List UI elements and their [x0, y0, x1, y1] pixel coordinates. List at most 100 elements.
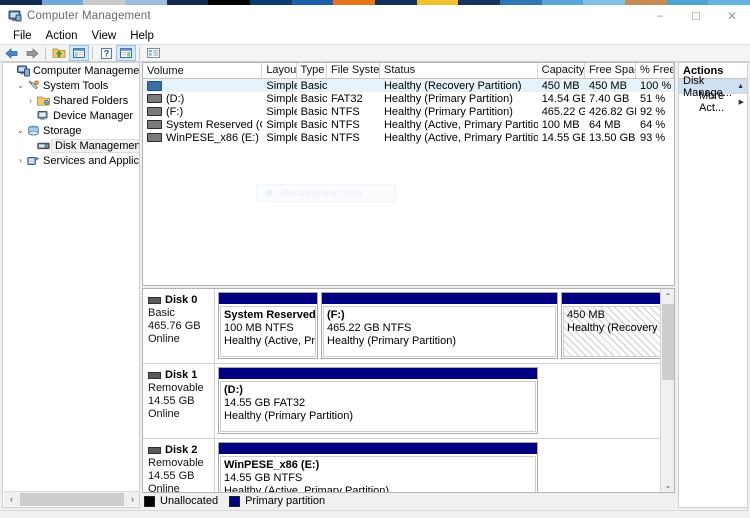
chevron-down-icon[interactable]: ⌄ — [15, 81, 26, 90]
tree-item-system-tools[interactable]: ⌄ System Tools — [3, 78, 139, 93]
computer-management-window: Computer Management – ☐ ✕ File Action View… — [0, 0, 750, 518]
help-icon[interactable]: ? — [96, 45, 116, 61]
drive-icon — [147, 107, 162, 116]
column-header-volume[interactable]: Volume — [143, 63, 263, 78]
up-folder-icon[interactable] — [49, 45, 69, 61]
volume-cell — [143, 80, 262, 91]
scroll-right-icon[interactable]: › — [125, 493, 139, 506]
disk-state: Online — [148, 483, 180, 493]
disk-row[interactable]: Disk 2 Removable 14.55 GB Online WinPESE_x86… — [143, 439, 674, 493]
chevron-right-icon[interactable]: › — [25, 96, 36, 105]
toolbar-separator — [139, 46, 140, 60]
disk-view-scrollbar[interactable]: ⌃ ⌄ — [660, 289, 674, 492]
partition-details: 450 MBHealthy (Recovery Partitic — [563, 306, 667, 357]
tree-item-device-manager[interactable]: Device Manager — [3, 108, 139, 123]
column-header-free-space[interactable]: Free Space — [585, 63, 637, 78]
menu-item-view[interactable]: View — [85, 29, 124, 43]
tree-item-label: Device Manager — [53, 109, 134, 122]
disk-name: Disk 1 — [165, 369, 198, 381]
chevron-down-icon[interactable]: ⌄ — [15, 126, 26, 135]
percent-free-cell: 93 % — [640, 131, 666, 144]
tree-horizontal-scrollbar[interactable]: ‹ › — [4, 491, 139, 506]
scroll-left-icon[interactable]: ‹ — [4, 493, 19, 506]
volume-row[interactable]: System Reserved (C:) Simple BasicNTFS Healt… — [143, 118, 674, 131]
free-space-cell: 450 MB — [589, 79, 627, 92]
tree-item-disk-management[interactable]: Disk Management — [3, 138, 139, 153]
percent-free-cell: 92 % — [640, 105, 666, 118]
chevron-right-icon[interactable]: ▶ — [739, 98, 744, 106]
partition-status: Healthy (Active, Primary Partition) — [224, 485, 390, 493]
tree-item-label: System Tools — [43, 79, 109, 92]
file-system-cell: NTFS — [331, 131, 360, 144]
tree-item-services-and-applications[interactable]: › Services and Applications — [3, 153, 139, 168]
type-cell: Basic — [300, 105, 328, 118]
back-arrow-icon[interactable] — [2, 45, 22, 61]
volume-row[interactable]: WinPESE_x86 (E:) Simple BasicNTFS Healthy (… — [143, 131, 674, 144]
partition-block[interactable]: (F:) 465.22 GB NTFS Healthy (Primary Parti… — [321, 292, 558, 359]
partition-details: WinPESE_x86 (E:) 14.55 GB NTFS Healthy (Ac… — [220, 456, 536, 493]
menu-item-file[interactable]: File — [6, 29, 39, 43]
menu-item-action[interactable]: Action — [39, 29, 85, 43]
maximize-button[interactable]: ☐ — [678, 5, 714, 27]
free-space-cell: 13.50 GB — [589, 131, 636, 144]
status-bar — [0, 510, 750, 518]
status-cell: Healthy (Recovery Partition) — [383, 79, 522, 92]
tree-item-computer-management-local[interactable]: Computer Management (Local — [3, 63, 139, 78]
scroll-thumb[interactable] — [20, 492, 124, 506]
storage-icon — [26, 125, 41, 137]
partition-status: Healthy (Recovery Partitic — [567, 322, 666, 334]
partition-status: Healthy (Active, Pr — [224, 335, 316, 347]
show-hide-console-tree-icon[interactable] — [69, 45, 89, 61]
close-button[interactable]: ✕ — [714, 5, 750, 27]
partition-color-bar — [322, 293, 557, 305]
tree-item-storage[interactable]: ⌄ Storage — [3, 123, 139, 138]
minimize-button[interactable]: – — [642, 5, 678, 27]
disk-icon — [148, 446, 161, 454]
partition-block[interactable]: 450 MBHealthy (Recovery Partitic — [561, 292, 669, 359]
volume-cell: (D:) — [143, 93, 262, 105]
actions-pane: Actions Disk Manage... ▲ More Act... ▶ — [678, 62, 748, 508]
tree-item-shared-folders[interactable]: › Shared Folders — [3, 93, 139, 108]
disk-icon — [148, 296, 161, 304]
legend-label: Unallocated — [160, 495, 219, 507]
free-space-cell: 426.82 GB — [589, 105, 636, 118]
drive-icon — [147, 120, 162, 129]
capacity-cell: 14.54 GB — [541, 92, 585, 105]
disk-info[interactable]: Disk 0 Basic 465.76 GB Online — [143, 289, 215, 363]
scroll-thumb[interactable] — [662, 304, 674, 380]
column-header--free[interactable]: % Free — [636, 63, 674, 78]
scroll-down-icon[interactable]: ⌄ — [661, 478, 674, 492]
column-header-layout[interactable]: Layout — [262, 63, 297, 78]
disk-size: 14.55 GB — [148, 395, 195, 407]
file-system-cell: NTFS — [331, 105, 360, 118]
disk-info[interactable]: Disk 1 Removable 14.55 GB Online — [143, 364, 215, 438]
drive-icon — [147, 94, 162, 103]
disk-kind: Basic — [148, 307, 175, 319]
chevron-right-icon[interactable]: › — [15, 156, 26, 165]
capacity-cell: 100 MB — [541, 118, 580, 131]
disk-size: 465.76 GB — [148, 320, 201, 332]
scroll-up-icon[interactable]: ⌃ — [661, 289, 674, 303]
volume-row[interactable]: (D:) Simple BasicFAT32 Healthy (Primary Par… — [143, 92, 674, 105]
column-header-type[interactable]: Type — [297, 63, 328, 78]
partition-details: (D:) 14.55 GB FAT32 Healthy (Primary Parti… — [220, 381, 536, 432]
disk-row[interactable]: Disk 1 Removable 14.55 GB Online (D:) 14.55 G… — [143, 364, 674, 439]
partition-block[interactable]: System Reserved 100 MB NTFS Healthy (Activ… — [218, 292, 318, 359]
column-header-status[interactable]: Status — [380, 63, 538, 78]
volume-row[interactable]: (F:) Simple BasicNTFS Healthy (Primary Part… — [143, 105, 674, 118]
volume-row[interactable]: Simple Basic Healthy (Recovery Partition) 4… — [143, 79, 674, 92]
menu-item-help[interactable]: Help — [123, 29, 161, 43]
disk-row[interactable]: Disk 0 Basic 465.76 GB Online System Reserve… — [143, 289, 674, 364]
device-manager-icon — [36, 110, 51, 122]
forward-arrow-icon[interactable] — [22, 45, 42, 61]
status-cell: Healthy (Primary Partition) — [383, 92, 513, 105]
column-header-file-system[interactable]: File System — [327, 63, 380, 78]
free-space-cell: 7.40 GB — [589, 92, 630, 105]
column-header-capacity[interactable]: Capacity — [538, 63, 585, 78]
partition-block[interactable]: (D:) 14.55 GB FAT32 Healthy (Primary Parti… — [218, 367, 538, 434]
partition-block[interactable]: WinPESE_x86 (E:) 14.55 GB NTFS Healthy (Ac… — [218, 442, 538, 493]
show-hide-action-pane-icon[interactable] — [116, 45, 136, 61]
disk-info[interactable]: Disk 2 Removable 14.55 GB Online — [143, 439, 215, 493]
type-cell: Basic — [300, 79, 328, 92]
properties-icon[interactable] — [143, 45, 163, 61]
